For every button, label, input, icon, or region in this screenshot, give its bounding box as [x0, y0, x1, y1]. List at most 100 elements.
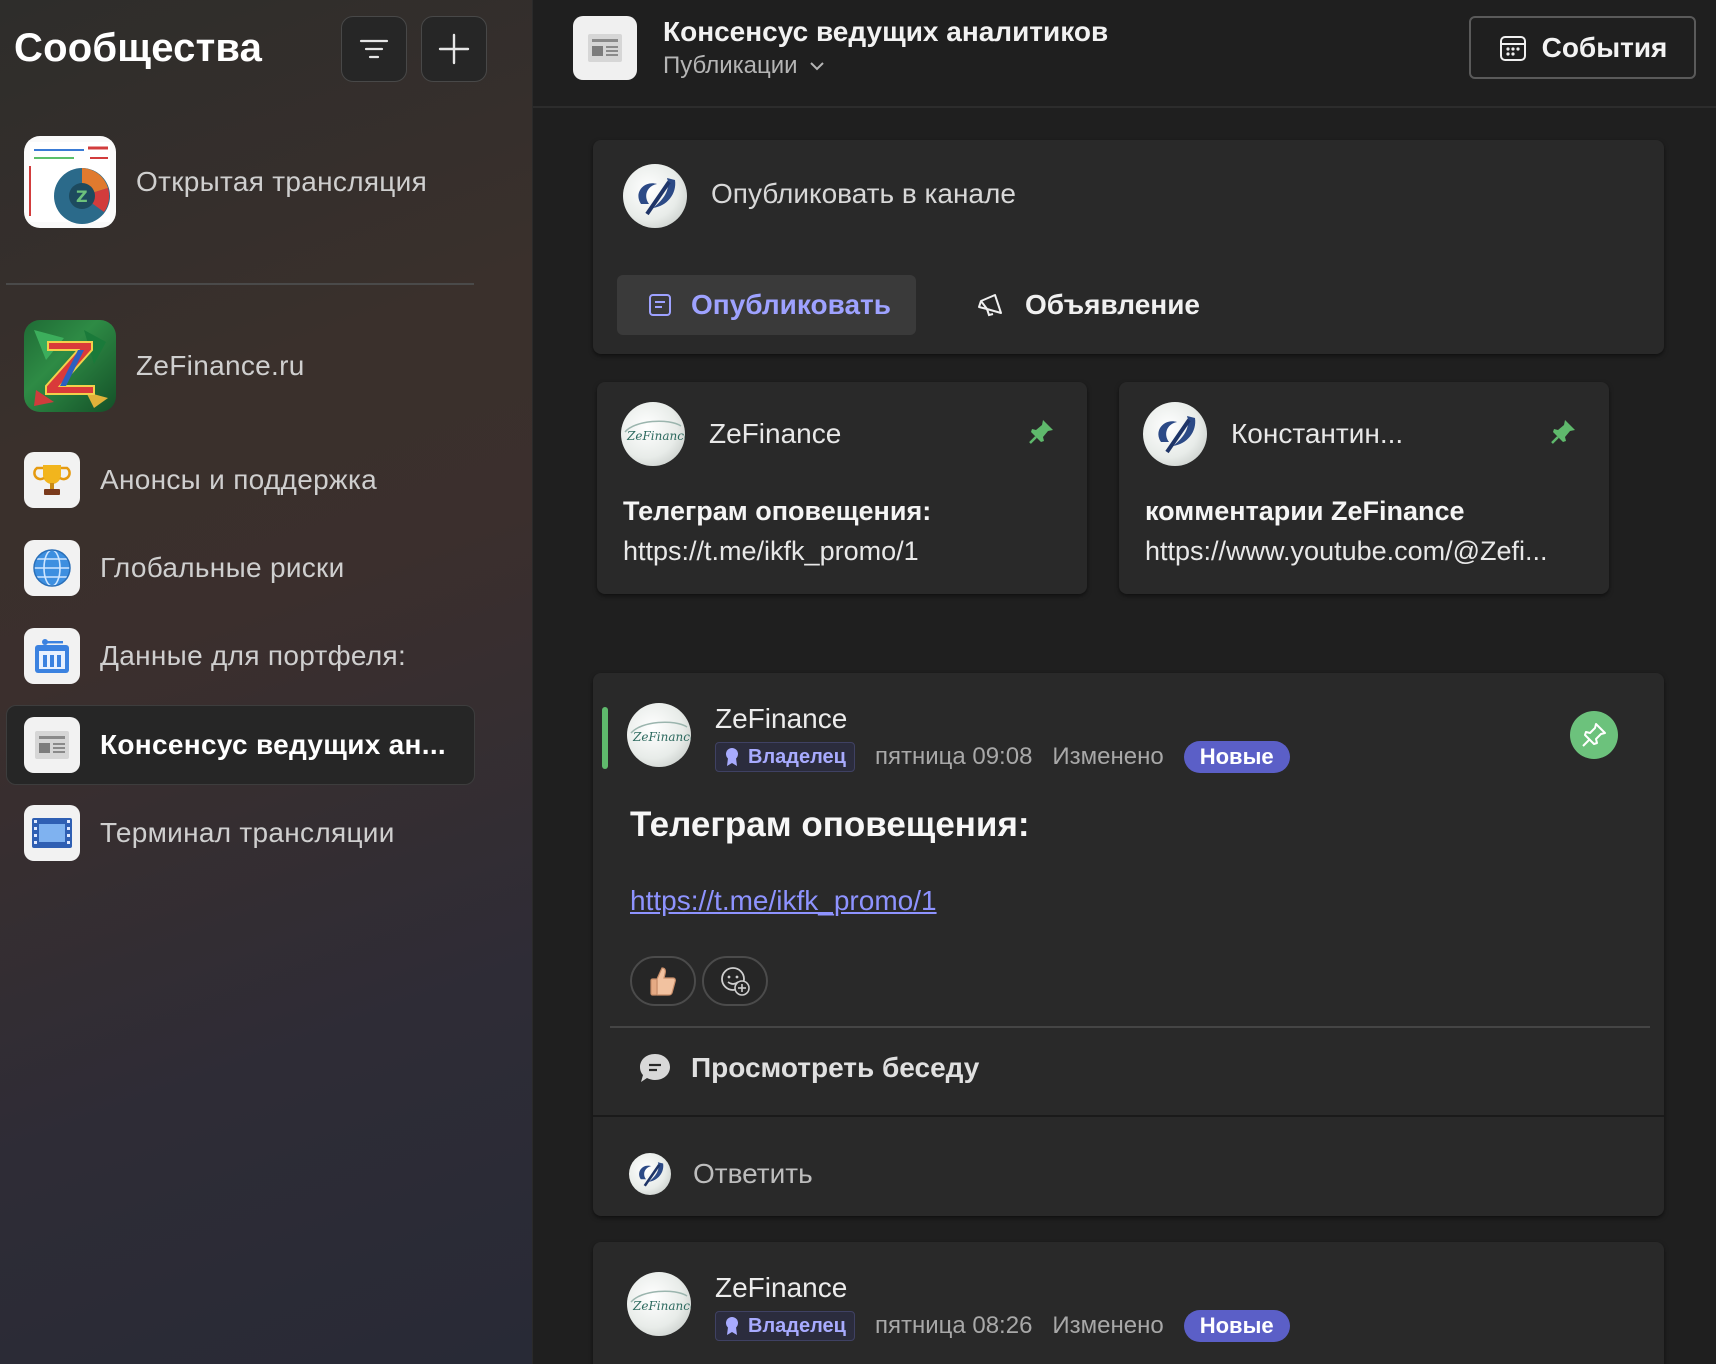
post-timestamp: пятница 09:08 — [874, 743, 1033, 770]
events-label: События — [1541, 31, 1668, 63]
filter-lines-icon — [359, 39, 389, 59]
post-author[interactable]: ZeFinance — [715, 1272, 847, 1304]
pinned-text: https://t.me/ikfk_promo/1 — [623, 536, 919, 566]
zefinance-avatar: ZeFinance — [621, 402, 685, 466]
svg-text:ZeFinance: ZeFinance — [632, 730, 691, 744]
pinned-post-card[interactable]: Константин... комментарии ZeFinance http… — [1119, 382, 1609, 594]
new-badge: Новые — [1183, 1310, 1290, 1342]
user-avatar — [1143, 402, 1207, 466]
channel-title: Консенсус ведущих аналитиков — [663, 16, 1109, 47]
post-meta: Владелец пятница 09:08 Изменено Новые — [715, 741, 1290, 773]
zefinance-avatar: ZeFinance — [627, 703, 691, 767]
sidebar-divider — [6, 283, 474, 285]
new-badge: Новые — [1183, 741, 1290, 773]
post-divider — [593, 1115, 1664, 1117]
publish-button[interactable]: Опубликовать — [617, 275, 916, 335]
reaction-thumbs-up[interactable] — [630, 956, 696, 1006]
add-reaction-button[interactable] — [702, 956, 768, 1006]
channel-header: Консенсус ведущих аналитиков Публикации … — [533, 0, 1716, 108]
chart-app-icon: Z — [24, 136, 116, 228]
post-meta: Владелец пятница 08:26 Изменено Новые — [715, 1310, 1290, 1342]
filter-button[interactable] — [341, 16, 407, 82]
owner-badge: Владелец — [715, 1311, 855, 1341]
sidebar-item-announcements[interactable]: Анонсы и поддержка — [24, 452, 377, 508]
newspaper-icon — [573, 16, 637, 80]
new-badge-label: Новые — [1199, 1313, 1274, 1338]
pinned-author: ZeFinance — [709, 418, 842, 449]
post-author[interactable]: ZeFinance — [715, 703, 847, 735]
trophy-icon — [24, 452, 80, 508]
sidebar-item-label: ZeFinance.ru — [136, 350, 305, 381]
post-link[interactable]: https://t.me/ikfk_promo/1 — [630, 885, 937, 917]
channel-main: Консенсус ведущих аналитиков Публикации … — [533, 0, 1716, 1364]
plus-icon — [438, 33, 470, 65]
owner-badge-label: Владелец — [748, 745, 846, 768]
sidebar-item-label: Анонсы и поддержка — [100, 464, 378, 495]
film-icon — [24, 805, 80, 861]
svg-text:ZeFinance: ZeFinance — [632, 1299, 691, 1313]
post-edited-label: Изменено — [1052, 743, 1164, 770]
zefinance-logo-icon — [24, 320, 116, 412]
sidebar-item-label: Консенсус ведущих ан... — [100, 729, 446, 760]
sidebar-item-portfolio-data[interactable]: Данные для портфеля: — [24, 628, 406, 684]
add-button[interactable] — [421, 16, 487, 82]
post-divider — [610, 1026, 1650, 1028]
megaphone-icon — [978, 294, 1002, 317]
pin-off-icon — [1582, 723, 1606, 747]
tab-posts-dropdown[interactable]: Публикации — [663, 52, 826, 80]
sidebar-title: Сообщества — [14, 26, 263, 70]
new-badge-label: Новые — [1199, 744, 1274, 769]
announcement-button[interactable]: Объявление — [977, 275, 1200, 335]
pin-icon — [1029, 420, 1053, 444]
sidebar-item-consensus[interactable]: Консенсус ведущих ан... — [24, 717, 446, 773]
newspaper-icon — [24, 717, 80, 773]
sidebar-item-broadcast-terminal[interactable]: Терминал трансляции — [24, 805, 395, 861]
announcement-label: Объявление — [1025, 289, 1200, 320]
pinned-text: https://www.youtube.com/@Zefi... — [1145, 536, 1548, 566]
zefinance-avatar: ZeFinance — [627, 1272, 691, 1336]
events-button[interactable]: События — [1469, 16, 1696, 79]
tab-label: Публикации — [663, 52, 798, 79]
sidebar-item-open-broadcast[interactable]: Z Открытая трансляция — [24, 136, 427, 228]
user-avatar — [623, 164, 687, 228]
briefcase-icon — [24, 628, 80, 684]
sidebar-item-global-risks[interactable]: Глобальные риски — [24, 540, 345, 596]
reply-label: Ответить — [693, 1158, 813, 1189]
post-title: Телеграм оповещения: — [630, 805, 1030, 844]
svg-text:ZeFinance: ZeFinance — [626, 429, 685, 443]
globe-icon — [24, 540, 80, 596]
post-pinned-indicator — [602, 707, 608, 769]
publish-label: Опубликовать — [691, 289, 891, 320]
app-window: Сообщества Z Открытая трансляция ZeFinan… — [0, 0, 1716, 1364]
award-icon — [726, 1317, 738, 1335]
sidebar-item-label: Глобальные риски — [100, 552, 345, 583]
unpin-button[interactable] — [1570, 711, 1618, 759]
award-icon — [726, 748, 738, 766]
chat-bubble-icon — [640, 1054, 670, 1082]
pinned-title: комментарии ZeFinance — [1145, 496, 1465, 526]
post-icon — [649, 294, 671, 316]
sidebar-item-label: Данные для портфеля: — [100, 640, 407, 671]
add-reaction-icon — [721, 967, 750, 996]
pinned-title: Телеграм оповещения: — [623, 496, 932, 526]
view-conversation-label: Просмотреть беседу — [691, 1052, 980, 1083]
sidebar-item-label: Терминал трансляции — [100, 817, 395, 848]
owner-badge: Владелец — [715, 742, 855, 772]
compose-prompt[interactable]: Опубликовать в канале — [711, 178, 1016, 210]
sidebar-item-label: Открытая трансляция — [136, 166, 428, 197]
post-card: ZeFinance ZeFinance Владелец пятница 09:… — [593, 673, 1664, 1216]
pinned-post-card[interactable]: ZeFinance ZeFinance Телеграм оповещения:… — [597, 382, 1087, 594]
thumbs-up-icon — [650, 967, 676, 996]
view-conversation-button[interactable]: Просмотреть беседу — [637, 1051, 979, 1085]
calendar-icon — [1499, 35, 1526, 61]
compose-card: Опубликовать в канале Опубликовать Объяв… — [593, 140, 1664, 354]
sidebar-item-team[interactable]: ZeFinance.ru — [24, 320, 305, 412]
reply-button[interactable]: Ответить — [629, 1153, 813, 1195]
svg-text:Z: Z — [76, 187, 88, 206]
pin-icon — [1551, 420, 1575, 444]
owner-badge-label: Владелец — [748, 1314, 846, 1337]
chevron-down-icon — [809, 62, 824, 71]
sidebar: Сообщества Z Открытая трансляция ZeFinan… — [0, 0, 533, 1364]
post-card: ZeFinance ZeFinance Владелец пятница 08:… — [593, 1242, 1664, 1364]
user-avatar — [629, 1153, 671, 1195]
